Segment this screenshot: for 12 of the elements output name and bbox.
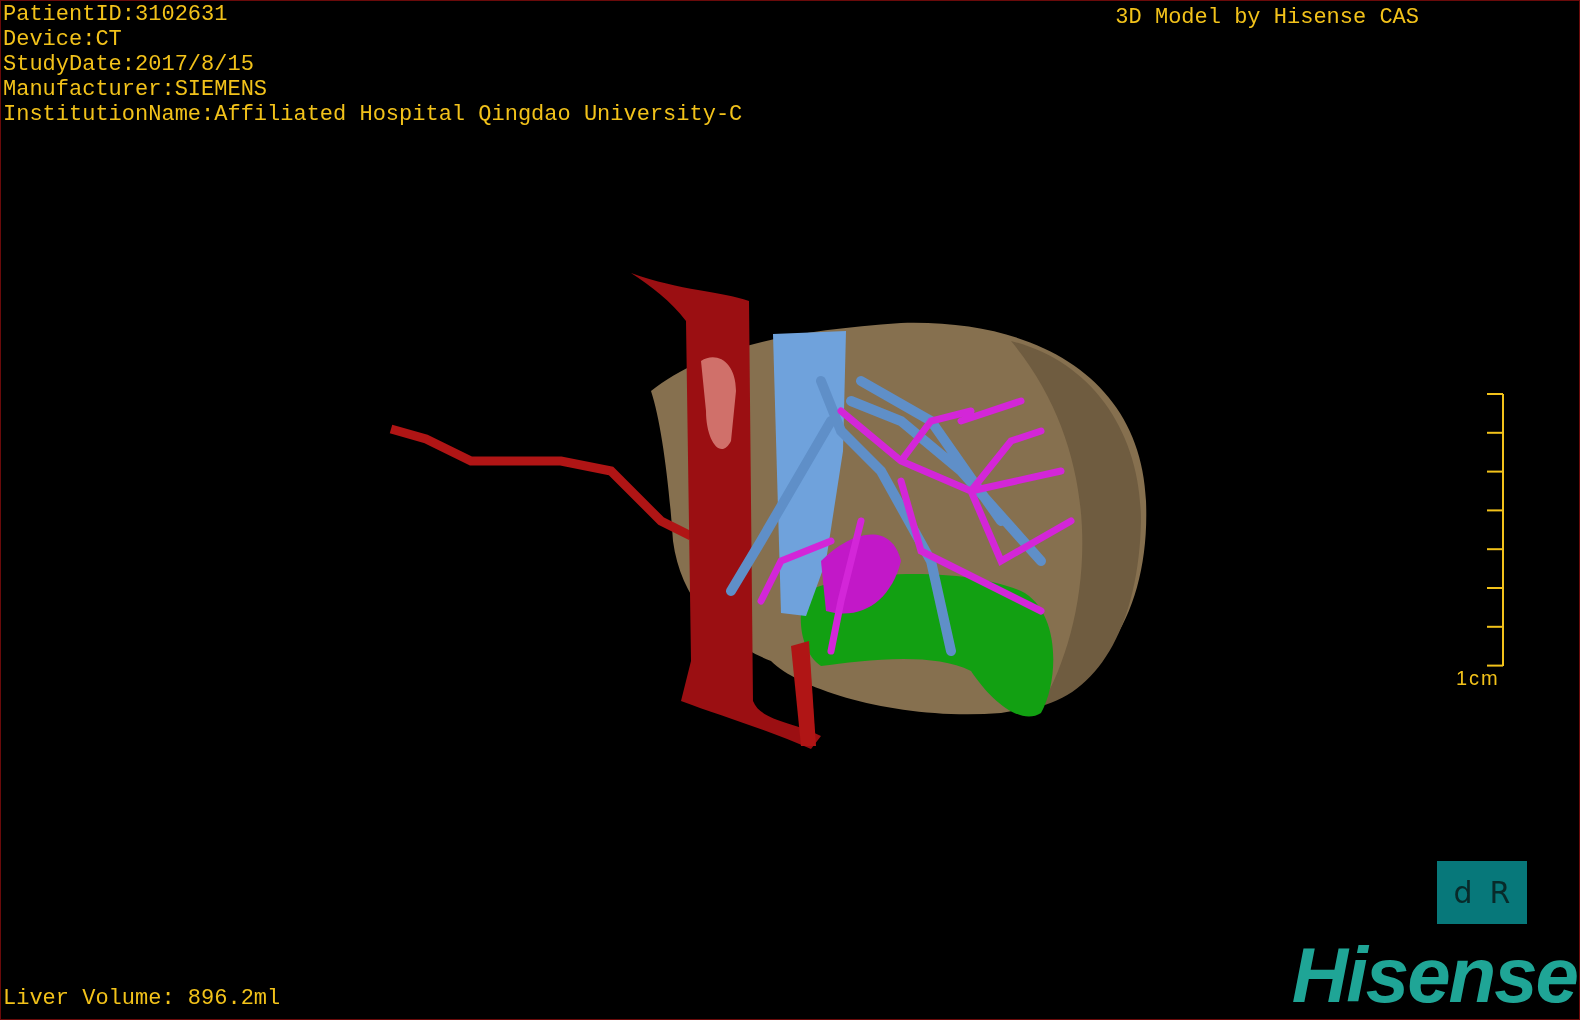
patient-info-text: Manufacturer:SIEMENS <box>3 77 269 102</box>
liver-volume-text: Liver Volume: 896.2ml <box>3 986 281 1011</box>
orientation-cube[interactable]: d R <box>1437 861 1527 924</box>
scale-label: 1cm <box>1456 667 1500 689</box>
patient-info-text: InstitutionName:Affiliated Hospital Qingdao University-C <box>3 102 743 127</box>
viewer-title: 3D Model by Hisense CAS <box>1115 4 1419 32</box>
orientation-label: d <box>1453 874 1473 912</box>
orientation-label: R <box>1489 874 1511 912</box>
patient-info-text: Device:CT <box>3 27 123 52</box>
patient-info-text: PatientID:3102631 <box>3 2 229 27</box>
patient-info-text: StudyDate:2017/8/15 <box>3 52 255 77</box>
brand-logo: Hisense <box>1291 935 1577 1015</box>
